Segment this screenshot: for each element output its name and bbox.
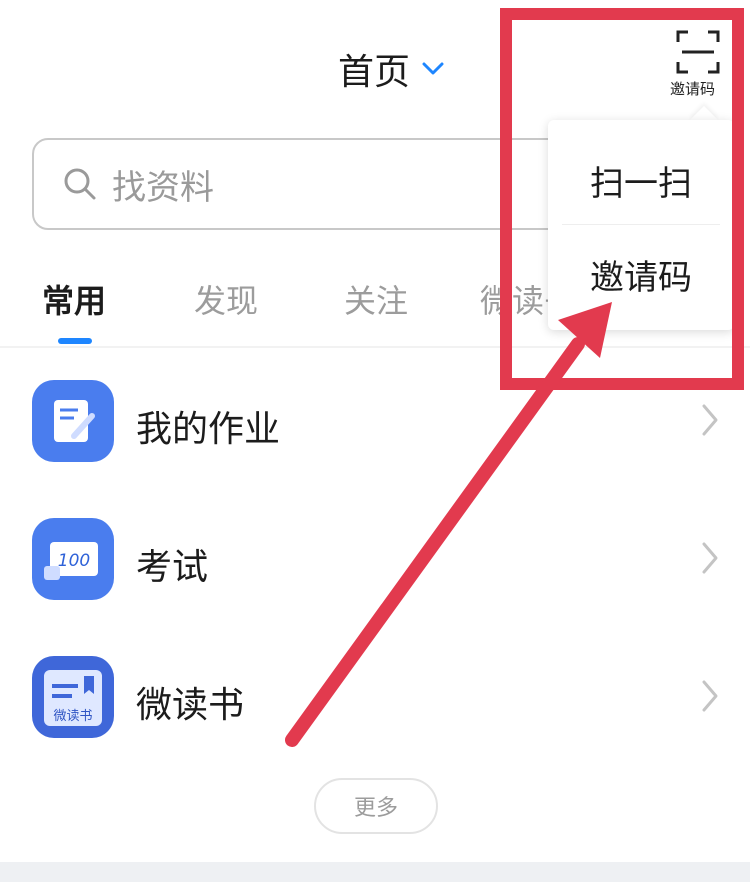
exam-100-text: 100 xyxy=(58,551,90,571)
tab-common[interactable]: 常用 xyxy=(42,276,106,322)
annotation-highlight-box xyxy=(500,8,744,390)
chevron-right-icon xyxy=(702,404,718,436)
list-item-label: 我的作业 xyxy=(136,409,281,450)
homework-icon xyxy=(32,380,114,462)
book-icon-text: 微读书 xyxy=(53,709,92,724)
search-icon xyxy=(64,168,96,200)
chevron-right-icon xyxy=(702,680,718,712)
page-title: 首页 xyxy=(338,52,411,93)
list-item-exam[interactable]: 100 考试 xyxy=(0,518,750,618)
tab-follow[interactable]: 关注 xyxy=(344,276,408,322)
more-button[interactable]: 更多 xyxy=(314,778,438,834)
book-icon: 微读书 xyxy=(32,656,114,738)
chevron-down-icon xyxy=(422,62,444,75)
bottom-band xyxy=(0,862,750,882)
search-placeholder: 找资料 xyxy=(112,167,214,208)
home-title-dropdown[interactable]: 首页 xyxy=(338,46,444,93)
tab-active-indicator xyxy=(58,338,92,344)
tab-discover[interactable]: 发现 xyxy=(194,276,258,322)
list-item-weidushu[interactable]: 微读书 微读书 xyxy=(0,656,750,756)
chevron-right-icon xyxy=(702,542,718,574)
list-item-label: 考试 xyxy=(136,547,209,588)
list-item-label: 微读书 xyxy=(136,685,245,726)
exam-100-icon: 100 xyxy=(32,518,114,600)
list-item-homework[interactable]: 我的作业 xyxy=(0,380,750,480)
